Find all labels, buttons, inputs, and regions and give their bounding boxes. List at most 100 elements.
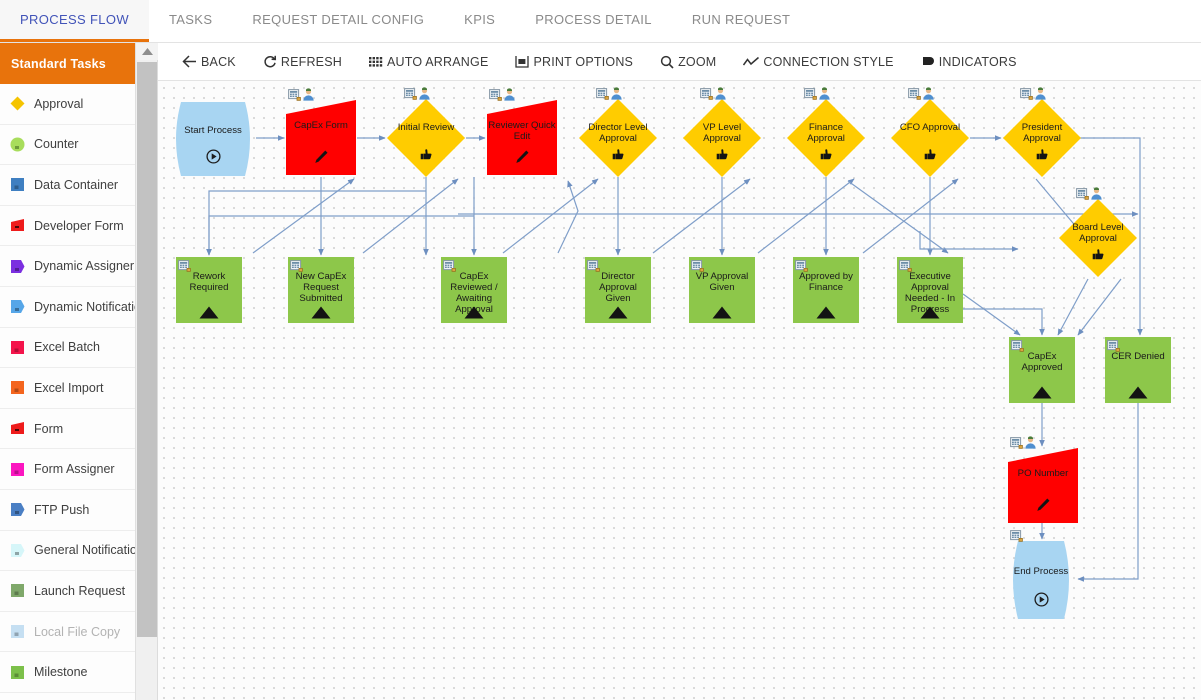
- flow-node-appfin[interactable]: Approved by Finance: [793, 257, 859, 323]
- sidebar-item-label: Excel Import: [34, 380, 104, 395]
- flow-node-endprocess[interactable]: End Process: [1008, 530, 1074, 619]
- notification-icon: [9, 542, 26, 559]
- sidebar-item-general-notification[interactable]: General Notification: [0, 530, 136, 572]
- node-badges: [1020, 87, 1047, 105]
- form-icon: [178, 259, 191, 277]
- sidebar-item-label: Milestone: [34, 665, 88, 680]
- toolbar-back-button[interactable]: BACK: [182, 55, 236, 69]
- flow-node-start[interactable]: Start Process: [171, 102, 255, 176]
- toolbar-refresh-button[interactable]: REFRESH: [263, 55, 342, 69]
- person-icon: [418, 87, 431, 105]
- pentagon-icon: [9, 501, 26, 518]
- node-badges: [587, 259, 600, 277]
- toolbar-auto-arrange-button[interactable]: AUTO ARRANGE: [368, 55, 489, 69]
- square-icon: [9, 664, 26, 681]
- sidebar-item-label: General Notification: [34, 543, 136, 558]
- process-flow-canvas[interactable]: Start Process CapEx Form Initial Review Rev…: [158, 81, 1201, 700]
- form-icon: [1076, 187, 1089, 205]
- toolbar-button-label: ZOOM: [678, 54, 717, 69]
- sidebar-item-milestone[interactable]: Milestone: [0, 652, 135, 693]
- form-icon: [1011, 339, 1024, 357]
- sidebar-scrollbar[interactable]: [136, 43, 158, 700]
- sidebar-item-form-assigner[interactable]: Form Assigner: [0, 449, 135, 490]
- form-icon: [587, 259, 600, 277]
- square-icon: [9, 339, 26, 356]
- flow-node-finance[interactable]: Finance Approval: [787, 87, 865, 177]
- tab-run-request[interactable]: RUN REQUEST: [671, 0, 811, 42]
- square-icon: [9, 379, 26, 396]
- form-icon: [1010, 436, 1023, 454]
- sidebar-item-label: Excel Batch: [34, 340, 101, 355]
- flow-node-reviewed[interactable]: CapEx Reviewed / Awaiting Approval: [441, 257, 507, 323]
- tab-kpis[interactable]: KPIS: [444, 0, 516, 42]
- toolbar-indicators-button[interactable]: INDICATORS: [921, 55, 1017, 69]
- flow-node-dirgiven[interactable]: Director Approval Given: [585, 257, 651, 323]
- flow-node-vplvl[interactable]: VP Level Approval: [683, 87, 761, 177]
- sidebar-item-dynamic-notification[interactable]: Dynamic Notification: [0, 286, 135, 328]
- sidebar-item-developer-form[interactable]: Developer Form: [0, 205, 135, 247]
- tab-tasks[interactable]: TASKS: [148, 0, 233, 42]
- node-badges: [804, 87, 831, 105]
- sidebar-item-label: Developer Form: [34, 218, 124, 233]
- sidebar-item-excel-import[interactable]: Excel Import: [0, 368, 135, 409]
- flow-node-cfo[interactable]: CFO Approval: [891, 87, 969, 177]
- node-badges: [899, 259, 912, 277]
- tab-process-flow[interactable]: PROCESS FLOW: [0, 0, 149, 42]
- toolbar-print-options-button[interactable]: PRINT OPTIONS: [515, 55, 633, 69]
- flow-node-rework[interactable]: Rework Required: [176, 257, 242, 323]
- toolbar-zoom-button[interactable]: ZOOM: [660, 55, 716, 69]
- canvas-toolbar: BACK REFRESH AUTO ARRANGE PRINT OPTIONS ZOOM…: [158, 43, 1201, 81]
- form-icon: [1020, 87, 1033, 105]
- form-icon: [1010, 529, 1023, 547]
- person-icon: [922, 87, 935, 105]
- form-icon: [489, 88, 502, 106]
- flow-node-board[interactable]: Board Level Approval: [1059, 187, 1137, 277]
- tab-process-detail[interactable]: PROCESS DETAIL: [515, 0, 672, 42]
- sidebar-item-launch-request[interactable]: Launch Request: [0, 571, 135, 612]
- node-badges: [290, 259, 303, 277]
- flow-node-cerdenied[interactable]: CER Denied: [1105, 337, 1171, 403]
- flow-node-president[interactable]: President Approval: [1003, 87, 1081, 177]
- flow-node-execneed[interactable]: Executive Approval Needed - In Progress: [897, 257, 963, 323]
- sidebar-item-counter[interactable]: Counter: [0, 124, 135, 166]
- node-badges: [489, 88, 516, 106]
- sidebar-item-local-file-copy[interactable]: Local File Copy: [0, 611, 135, 653]
- square-icon: [9, 176, 26, 193]
- toolbar-connection-style-button[interactable]: CONNECTION STYLE: [743, 54, 894, 69]
- scrollbar-thumb[interactable]: [137, 62, 157, 637]
- square-icon: [9, 582, 26, 599]
- sidebar-item-data-container[interactable]: Data Container: [0, 165, 135, 206]
- sidebar-item-ftp-push[interactable]: FTP Push: [0, 489, 135, 531]
- sidebar-item-label: Form: [34, 421, 64, 436]
- sidebar-item-approval[interactable]: Approval: [0, 84, 135, 125]
- form-icon: [290, 259, 303, 277]
- form-icon: [288, 88, 301, 106]
- person-icon: [1034, 87, 1047, 105]
- sidebar-item-list: Approval Counter Data Container Developer F…: [0, 84, 135, 693]
- pentagon-icon: [9, 258, 26, 275]
- form-icon: [9, 217, 26, 234]
- flow-node-vpgiven[interactable]: VP Approval Given: [689, 257, 755, 323]
- node-badges: [908, 87, 935, 105]
- sidebar-item-dynamic-assigner[interactable]: Dynamic Assigner: [0, 246, 135, 287]
- flow-node-capexapp[interactable]: CapEx Approved: [1009, 337, 1075, 403]
- toolbar-button-label: CONNECTION STYLE: [763, 54, 894, 69]
- sidebar-item-excel-batch[interactable]: Excel Batch: [0, 327, 135, 369]
- square-icon: [9, 623, 26, 640]
- sidebar-item-form[interactable]: Form: [0, 408, 135, 450]
- form-icon: [1107, 339, 1120, 357]
- person-icon: [818, 87, 831, 105]
- flow-node-capexform[interactable]: CapEx Form: [286, 88, 356, 175]
- flow-node-dirlvl[interactable]: Director Level Approval: [579, 87, 657, 177]
- scroll-up-button[interactable]: [136, 43, 158, 60]
- flow-node-initrev[interactable]: Initial Review: [387, 87, 465, 177]
- flow-node-revquick[interactable]: Reviewer Quick Edit: [487, 88, 557, 175]
- flow-node-ponumber[interactable]: PO Number: [1008, 436, 1078, 523]
- flow-node-newreq[interactable]: New CapEx Request Submitted: [288, 257, 354, 323]
- node-badges: [691, 259, 704, 277]
- form-icon: [9, 420, 26, 437]
- sidebar-item-label: Form Assigner: [34, 462, 115, 477]
- tab-request-detail-config[interactable]: REQUEST DETAIL CONFIG: [232, 0, 445, 42]
- node-badges: [443, 259, 456, 277]
- toolbar-button-label: BACK: [201, 54, 236, 69]
